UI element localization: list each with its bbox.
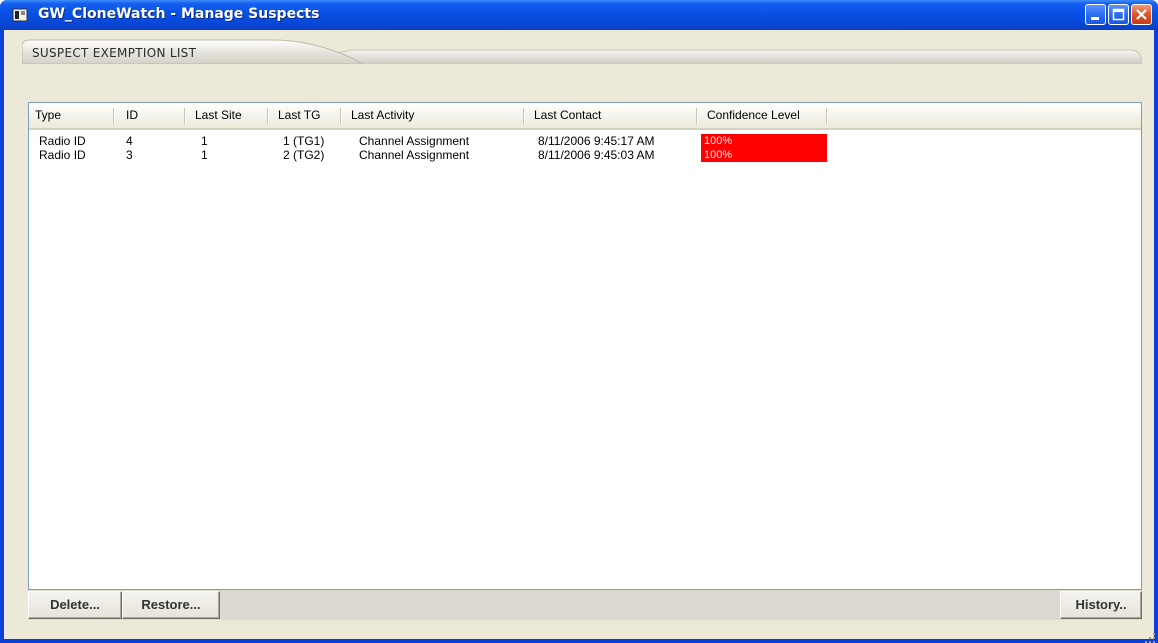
cell-last-activity: Channel Assignment: [359, 148, 470, 162]
tab-label: SUSPECT EXEMPTION LIST: [32, 46, 197, 60]
column-header-last-site[interactable]: Last Site: [189, 103, 267, 128]
cell-last-activity: Channel Assignment: [359, 134, 470, 148]
section-tab: SUSPECT EXEMPTION LIST: [22, 38, 1142, 64]
column-divider[interactable]: [826, 108, 827, 124]
cell-last-contact: 8/11/2006 9:45:17 AM: [538, 134, 655, 148]
delete-button[interactable]: Delete...: [28, 591, 122, 619]
cell-id: 4: [126, 134, 133, 148]
minimize-button[interactable]: [1085, 4, 1106, 25]
column-divider[interactable]: [267, 108, 268, 124]
column-header-id[interactable]: ID: [120, 103, 184, 128]
cell-type: Radio ID: [39, 148, 86, 162]
cell-last-tg: 1 (TG1): [283, 134, 325, 148]
cell-last-tg: 2 (TG2): [283, 148, 325, 162]
button-bar: Delete... Restore... History..: [28, 590, 1142, 620]
column-header-confidence-level[interactable]: Confidence Level: [701, 103, 827, 128]
column-divider[interactable]: [696, 108, 697, 124]
window-title: GW_CloneWatch - Manage Suspects: [38, 6, 320, 22]
list-header: Type ID Last Site Last TG Last Activity …: [29, 103, 1141, 130]
table-row[interactable]: Radio ID 4 1 1 (TG1) Channel Assignment …: [29, 134, 1141, 148]
cell-id: 3: [126, 148, 133, 162]
history-button[interactable]: History..: [1060, 591, 1142, 619]
column-divider[interactable]: [340, 108, 341, 124]
title-bar[interactable]: GW_CloneWatch - Manage Suspects: [0, 0, 1158, 30]
table-row[interactable]: Radio ID 3 1 2 (TG2) Channel Assignment …: [29, 148, 1141, 162]
column-header-last-tg[interactable]: Last TG: [272, 103, 340, 128]
column-header-type[interactable]: Type: [29, 103, 113, 128]
confidence-bar: 100%: [701, 148, 827, 162]
app-icon[interactable]: [12, 7, 28, 23]
resize-grip[interactable]: [1144, 629, 1156, 643]
column-divider[interactable]: [523, 108, 524, 124]
column-header-last-activity[interactable]: Last Activity: [345, 103, 523, 128]
cell-type: Radio ID: [39, 134, 86, 148]
main-window: GW_CloneWatch - Manage Suspects SUSPECT …: [0, 0, 1158, 643]
column-divider[interactable]: [184, 108, 185, 124]
restore-button[interactable]: Restore...: [122, 591, 220, 619]
column-divider[interactable]: [113, 108, 114, 124]
resize-grip-icon: [1145, 633, 1155, 643]
minimize-icon: [1091, 17, 1099, 20]
maximize-icon: [1112, 8, 1125, 21]
cell-last-contact: 8/11/2006 9:45:03 AM: [538, 148, 655, 162]
confidence-bar: 100%: [701, 134, 827, 148]
cell-last-site: 1: [201, 134, 208, 148]
close-button[interactable]: [1131, 4, 1152, 25]
close-icon: [1136, 9, 1147, 20]
column-header-last-contact[interactable]: Last Contact: [528, 103, 696, 128]
suspect-list[interactable]: Type ID Last Site Last TG Last Activity …: [28, 102, 1142, 590]
cell-last-site: 1: [201, 148, 208, 162]
maximize-button[interactable]: [1108, 4, 1129, 25]
